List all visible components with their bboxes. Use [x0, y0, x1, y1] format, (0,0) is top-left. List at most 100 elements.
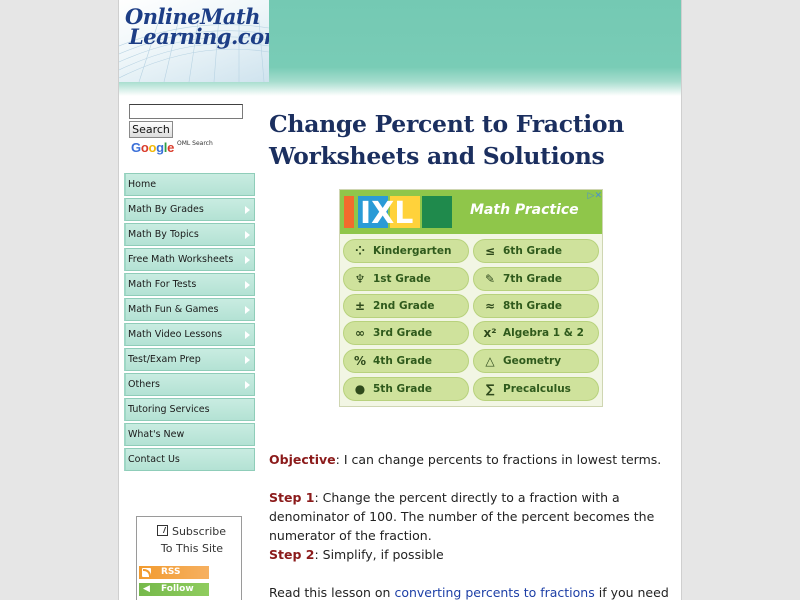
nav-item-label: Test/Exam Prep [128, 354, 201, 365]
step2-label: Step 2 [269, 547, 315, 562]
nav-item-label: Math By Grades [128, 204, 204, 215]
ad-link-1st-grade[interactable]: ♆ 1st Grade [343, 267, 469, 291]
infinity-icon: ∞ [355, 326, 365, 340]
sidebar-nav: Home Math By Grades Math By Topics Free … [124, 173, 255, 473]
nav-item-label: What's New [128, 429, 185, 440]
ad-choices-icon[interactable]: ▷✕ [588, 191, 602, 201]
arrow-right-icon [245, 356, 250, 364]
arrow-right-icon [245, 331, 250, 339]
arrow-right-icon [245, 231, 250, 239]
nav-item-math-fun-games[interactable]: Math Fun & Games [124, 298, 255, 321]
sigma-icon: ∑ [485, 382, 495, 396]
rss-icon [142, 568, 151, 577]
ad-link-5th-grade[interactable]: ● 5th Grade [343, 377, 469, 401]
site-logo[interactable]: OnlineMath Learning.com [119, 0, 269, 82]
nav-item-math-for-tests[interactable]: Math For Tests [124, 273, 255, 296]
read-suffix: if you need [594, 585, 669, 600]
ad-link-precalculus[interactable]: ∑ Precalculus [473, 377, 599, 401]
step1-paragraph: Step 1: Change the percent directly to a… [269, 488, 673, 545]
main-content: Change Percent to Fraction Worksheets an… [269, 108, 673, 172]
lesson-body: Objective: I can change percents to frac… [269, 450, 673, 600]
nav-item-math-by-grades[interactable]: Math By Grades [124, 198, 255, 221]
google-logo: Google [131, 140, 175, 155]
step1-label: Step 1 [269, 490, 315, 505]
objective-label: Objective [269, 452, 336, 467]
site-banner: OnlineMath Learning.com [119, 0, 681, 96]
triangle-icon: △ [485, 354, 495, 368]
less-equal-icon: ≤ [484, 244, 496, 258]
ad-title: Math Practice [470, 202, 579, 218]
page-container: OnlineMath Learning.com Search Google OM… [118, 0, 682, 600]
step1-text: : Change the percent directly to a fract… [269, 490, 655, 543]
ad-link-geometry[interactable]: △ Geometry [473, 349, 599, 373]
nav-item-label: Free Math Worksheets [128, 254, 234, 265]
ad-link-algebra[interactable]: x² Algebra 1 & 2 [473, 321, 599, 345]
ad-link-3rd-grade[interactable]: ∞ 3rd Grade [343, 321, 469, 345]
nav-item-label: Math For Tests [128, 279, 197, 290]
ad-link-kindergarten[interactable]: ⁘ Kindergarten [343, 239, 469, 263]
ad-link-6th-grade[interactable]: ≤6th Grade [473, 239, 599, 263]
ad-link-4th-grade[interactable]: % 4th Grade [343, 349, 469, 373]
ad-link-8th-grade[interactable]: ≈8th Grade [473, 294, 599, 318]
x-squared-icon: x² [483, 326, 497, 340]
arrow-right-icon [245, 381, 250, 389]
search-input[interactable] [129, 104, 243, 119]
nav-item-label: Math By Topics [128, 229, 199, 240]
page-title-line2: Worksheets and Solutions [269, 142, 605, 170]
nav-item-free-math-worksheets[interactable]: Free Math Worksheets [124, 248, 255, 271]
arrow-right-icon [245, 256, 250, 264]
nav-item-test-exam-prep[interactable]: Test/Exam Prep [124, 348, 255, 371]
page-title: Change Percent to Fraction Worksheets an… [269, 108, 673, 172]
nav-item-tutoring-services[interactable]: Tutoring Services [124, 398, 255, 421]
nav-item-math-by-topics[interactable]: Math By Topics [124, 223, 255, 246]
nav-item-math-video-lessons[interactable]: Math Video Lessons [124, 323, 255, 346]
nav-item-contact-us[interactable]: Contact Us [124, 448, 255, 471]
step2-paragraph: Step 2: Simplify, if possible [269, 545, 673, 564]
objective-paragraph: Objective: I can change percents to frac… [269, 450, 673, 469]
read-prefix: Read this lesson on [269, 585, 395, 600]
nav-item-label: Tutoring Services [128, 404, 210, 415]
read-lesson-paragraph: Read this lesson on converting percents … [269, 583, 673, 600]
ad-link-2nd-grade[interactable]: ±2nd Grade [343, 294, 469, 318]
follow-label: Follow [161, 584, 194, 594]
nav-item-others[interactable]: Others [124, 373, 255, 396]
objective-text: : I can change percents to fractions in … [335, 452, 662, 467]
converting-percents-link[interactable]: converting percents to fractions [394, 585, 594, 600]
dots-icon: ⁘ [354, 244, 366, 258]
percent-icon: % [353, 354, 367, 368]
plus-minus-icon: ± [354, 299, 366, 313]
subscribe-line1: Subscribe [171, 525, 227, 538]
apple-icon: ● [354, 382, 366, 396]
rss-label: RSS [161, 567, 181, 577]
subscribe-box: Subscribe To This Site RSS ◀ Follow [136, 516, 242, 600]
follow-button[interactable]: ◀ Follow [139, 583, 209, 596]
svg-text:IXL: IXL [360, 196, 413, 228]
nav-item-whats-new[interactable]: What's New [124, 423, 255, 446]
nav-item-label: Math Video Lessons [128, 329, 223, 340]
nav-item-label: Others [128, 379, 160, 390]
logo-text-line2: Learning.com [129, 24, 269, 49]
page-title-line1: Change Percent to Fraction [269, 110, 625, 138]
arrow-right-icon [245, 306, 250, 314]
search-button[interactable]: Search [129, 121, 173, 138]
nav-item-label: Home [128, 179, 157, 190]
pencil-icon: ✎ [484, 272, 496, 286]
nav-item-label: Math Fun & Games [128, 304, 219, 315]
nav-item-home[interactable]: Home [124, 173, 255, 196]
google-sub-label: OML Search [177, 140, 213, 147]
follow-arrow-icon: ◀ [143, 584, 150, 594]
crayons-icon: ♆ [354, 272, 366, 286]
ixl-logo-icon: IXL [344, 196, 452, 228]
subscribe-text: Subscribe To This Site [147, 523, 237, 557]
sidebar: Search Google OML Search Home Math By Gr… [119, 96, 261, 600]
step2-text: : Simplify, if possible [314, 547, 444, 562]
ad-header: IXL Math Practice ▷✕ [340, 190, 602, 234]
rss-button[interactable]: RSS [139, 566, 209, 579]
ad-link-7th-grade[interactable]: ✎ 7th Grade [473, 267, 599, 291]
approx-icon: ≈ [484, 299, 496, 313]
arrow-right-icon [245, 281, 250, 289]
ixl-advertisement[interactable]: IXL Math Practice ▷✕ ⁘ Kindergarten ♆ 1st … [339, 189, 603, 407]
arrow-right-icon [245, 206, 250, 214]
nav-item-label: Contact Us [128, 454, 180, 465]
subscribe-line2: To This Site [160, 542, 224, 555]
